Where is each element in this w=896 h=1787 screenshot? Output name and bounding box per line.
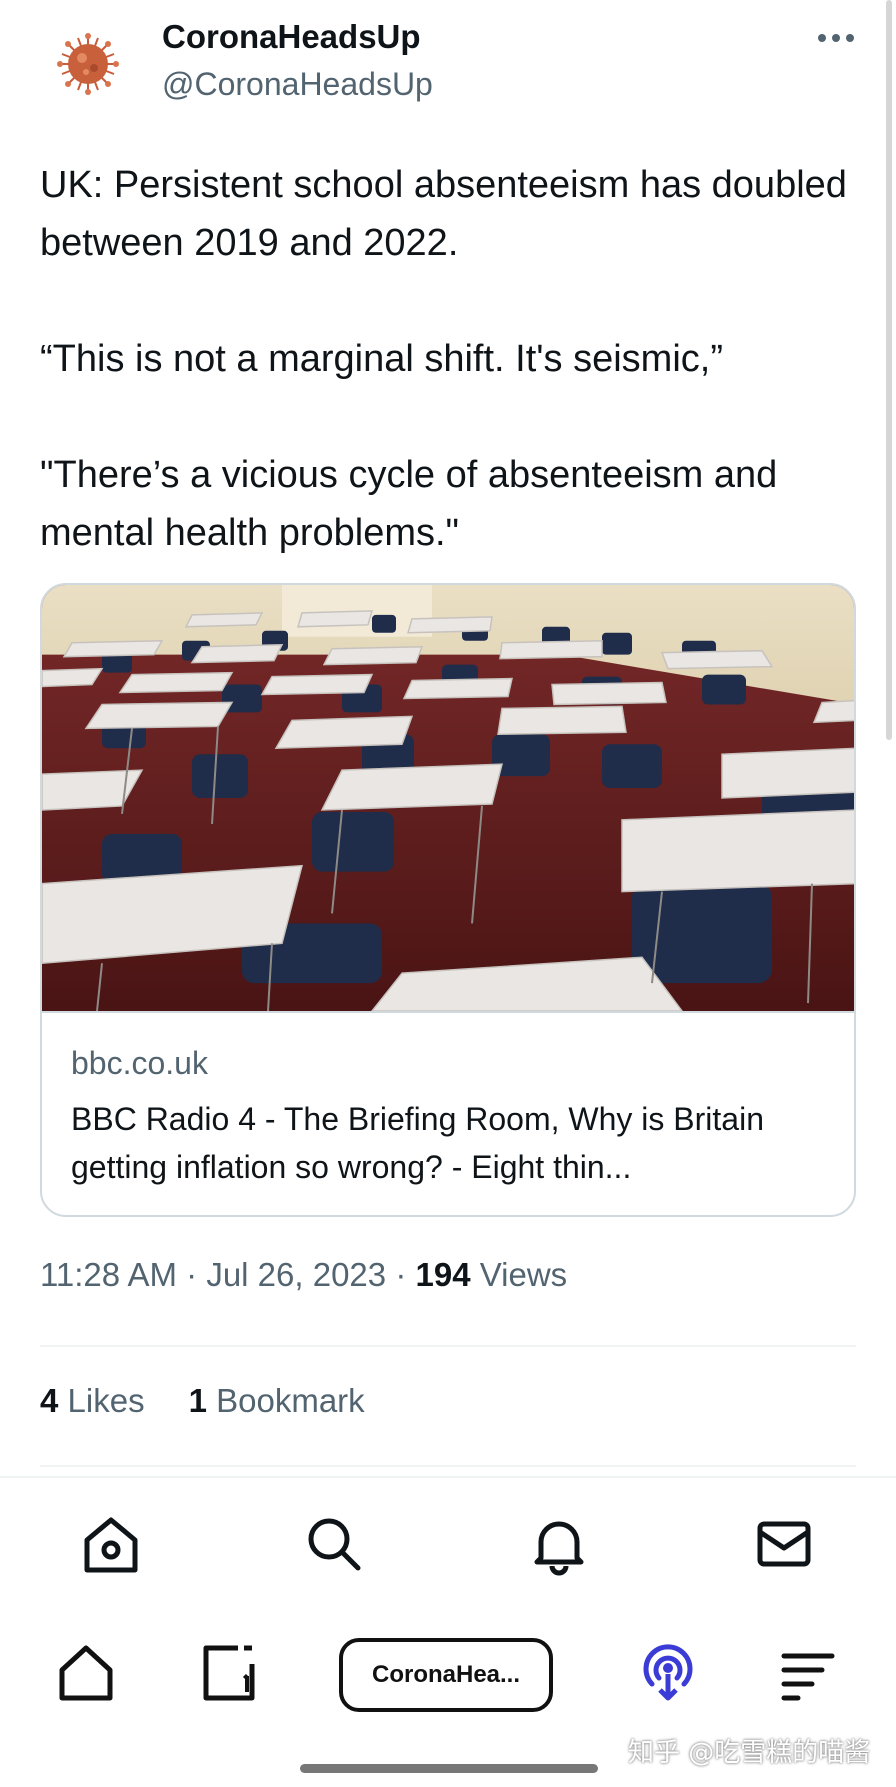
search-icon[interactable]	[302, 1512, 366, 1576]
tweet-time: 11:28 AM	[40, 1256, 177, 1293]
views-count: 194	[415, 1256, 471, 1293]
browser-home-icon[interactable]	[54, 1640, 118, 1704]
meta-separator: ·	[395, 1256, 407, 1293]
likes-label: Likes	[67, 1382, 145, 1419]
engagement-stats: 4 Likes 1 Bookmark	[40, 1382, 365, 1420]
home-icon[interactable]	[79, 1512, 143, 1576]
likes-count: 4	[40, 1382, 59, 1419]
bell-icon[interactable]	[527, 1512, 591, 1576]
profile-avatar[interactable]	[52, 28, 124, 100]
bookmarks-label: Bookmark	[216, 1382, 365, 1419]
bookmarks-stat[interactable]: 1 Bookmark	[189, 1382, 365, 1419]
card-domain: bbc.co.uk	[71, 1045, 208, 1081]
menu-icon[interactable]	[776, 1640, 840, 1704]
meta-separator: ·	[186, 1256, 198, 1293]
more-horizontal-icon[interactable]	[814, 26, 858, 50]
mail-icon[interactable]	[752, 1512, 816, 1576]
bookmarks-count: 1	[188, 1382, 207, 1419]
views-label[interactable]: Views	[480, 1256, 567, 1293]
home-indicator[interactable]	[300, 1764, 598, 1773]
browser-tab-pill[interactable]: CoronaHea...	[339, 1638, 553, 1712]
display-name[interactable]: CoronaHeadsUp	[162, 18, 421, 56]
divider	[40, 1465, 856, 1467]
link-card[interactable]: bbc.co.uk BBC Radio 4 - The Briefing Roo…	[40, 583, 856, 1217]
tabs-icon[interactable]	[196, 1640, 260, 1704]
divider	[40, 1345, 856, 1347]
user-handle[interactable]: @CoronaHeadsUp	[162, 66, 433, 103]
likes-stat[interactable]: 4 Likes	[40, 1382, 145, 1419]
app-bar-border	[0, 1476, 896, 1478]
tweet-date: Jul 26, 2023	[206, 1256, 387, 1293]
card-image-classroom	[42, 585, 854, 1013]
card-title: BBC Radio 4 - The Briefing Room, Why is …	[71, 1101, 764, 1185]
scrollbar[interactable]	[886, 0, 892, 740]
watermark: 知乎 @吃雪糕的喵酱	[628, 1738, 871, 1768]
tweet-text: UK: Persistent school absenteeism has do…	[40, 164, 847, 554]
podcast-icon[interactable]	[636, 1640, 700, 1704]
tweet-meta: 11:28 AM · Jul 26, 2023 · 194 Views	[40, 1256, 567, 1294]
